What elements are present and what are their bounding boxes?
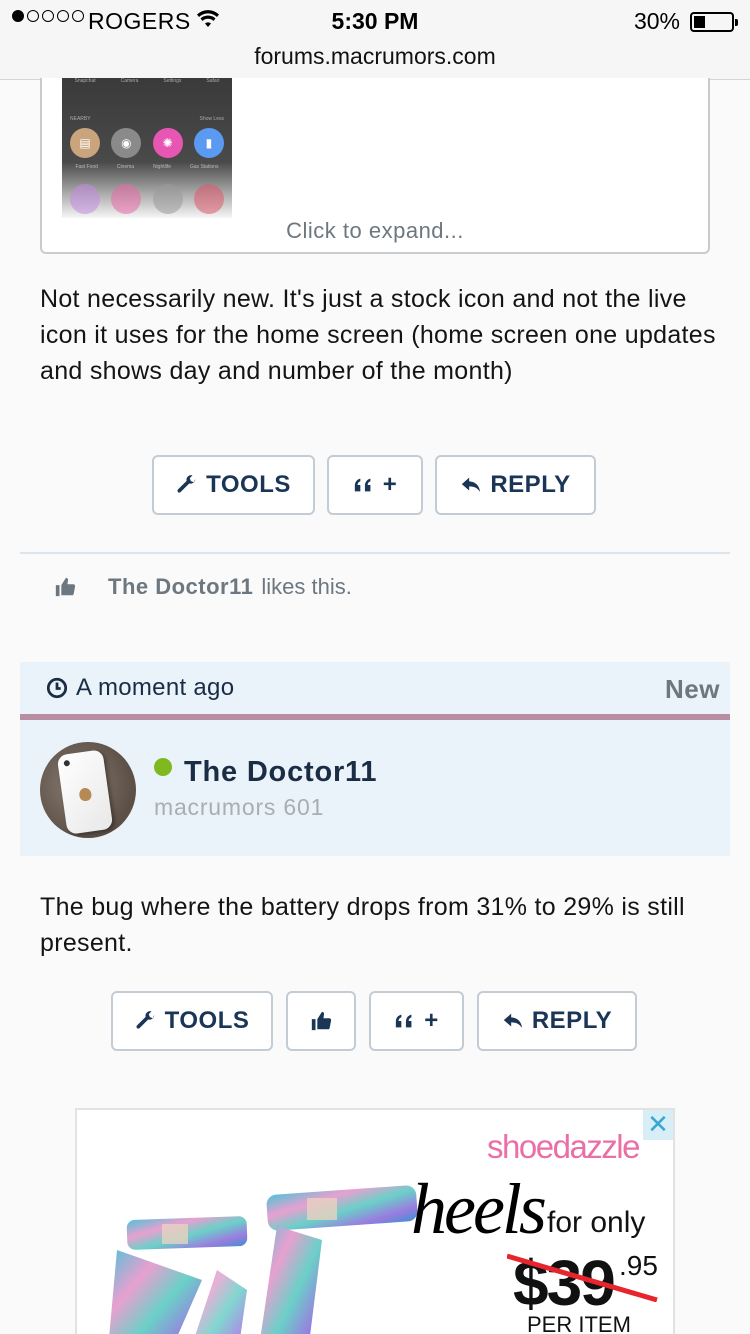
click-to-expand-link[interactable]: Click to expand...	[42, 218, 708, 244]
screenshot-label: Nightlife	[152, 164, 172, 170]
nightlife-icon: ✺	[152, 128, 183, 158]
advertisement-banner[interactable]: shoedazzle heels for only $39 .95 PER IT…	[75, 1108, 675, 1334]
screenshot-label: Fast Food	[75, 164, 98, 170]
ad-per-item: PER ITEM	[527, 1312, 631, 1334]
online-indicator	[154, 758, 172, 776]
liker-name[interactable]: The Doctor11	[108, 574, 253, 600]
post-time: A moment ago	[46, 674, 234, 702]
reply-label: REPLY	[490, 471, 571, 498]
ad-brand-logo: shoedazzle	[487, 1128, 640, 1165]
shopping-icon	[152, 184, 183, 214]
cinema-icon: ◉	[111, 128, 142, 158]
author-title: macrumors 601	[154, 794, 325, 820]
reply-label: REPLY	[531, 1007, 613, 1034]
reply-button[interactable]: REPLY	[477, 991, 637, 1051]
tools-button[interactable]: TOOLS	[152, 455, 315, 515]
hotel-icon	[70, 184, 100, 214]
multiquote-button[interactable]: +	[369, 991, 464, 1051]
battery-icon	[690, 12, 738, 32]
post-header: A moment ago New	[20, 662, 730, 714]
strikethrough-line	[507, 1253, 658, 1302]
new-badge: New	[665, 674, 720, 704]
multiquote-label: +	[424, 1007, 439, 1034]
screenshot-label: Cinema	[116, 164, 135, 170]
close-icon[interactable]: ✕	[643, 1110, 673, 1140]
thumbs-up-icon	[55, 577, 76, 597]
multiquote-label: +	[382, 471, 398, 498]
screenshot-label: Show Less	[199, 116, 224, 122]
address-bar-url[interactable]: forums.macrumors.com	[0, 43, 750, 70]
status-bar: ROGERS 5:30 PM 30% forums.macrumors.com	[0, 0, 750, 80]
multiquote-button[interactable]: +	[327, 455, 423, 515]
battery-percent: 30%	[633, 8, 680, 34]
avatar[interactable]	[40, 742, 136, 838]
tools-label: TOOLS	[206, 471, 291, 498]
author-name[interactable]: The Doctor11	[184, 756, 377, 789]
post-message: Not necessarily new. It's just a stock i…	[40, 285, 716, 385]
quote-icon	[354, 478, 371, 492]
like-button[interactable]	[286, 991, 356, 1051]
reply-icon	[462, 477, 481, 492]
likes-text: likes this.	[261, 574, 352, 599]
screenshot-label: NEARBY	[70, 116, 91, 122]
screenshot-label: Gas Stations	[189, 164, 219, 170]
screenshot-label: Safari	[206, 78, 220, 84]
quoted-screenshot: Snapchat Camera Settings Safari NEARBY S…	[62, 78, 232, 218]
quote-block[interactable]: Snapchat Camera Settings Safari NEARBY S…	[40, 78, 710, 254]
bar-icon	[111, 184, 142, 214]
tools-button[interactable]: TOOLS	[111, 991, 273, 1051]
screenshot-label: Settings	[163, 78, 182, 84]
post-time-label: A moment ago	[76, 674, 235, 701]
fun-icon	[193, 184, 224, 214]
divider	[20, 552, 730, 554]
tools-label: TOOLS	[164, 1007, 250, 1034]
reply-button[interactable]: REPLY	[435, 455, 596, 515]
gas-station-icon: ▮	[193, 128, 224, 158]
clock-icon	[46, 677, 68, 699]
ad-headline: heels	[411, 1169, 547, 1249]
quote-icon	[396, 1014, 412, 1028]
shoe-image	[109, 1185, 418, 1334]
likes-summary: The Doctor11 likes this.	[54, 574, 352, 600]
reply-icon	[503, 1013, 523, 1028]
screenshot-label: Snapchat	[74, 78, 96, 84]
thumbs-up-icon	[311, 1011, 332, 1031]
wrench-icon	[136, 1011, 154, 1029]
ad-subheadline: for only	[547, 1206, 646, 1239]
screenshot-label: Camera	[120, 78, 139, 84]
author-block: The Doctor11 macrumors 601	[20, 720, 730, 856]
wrench-icon	[177, 475, 196, 493]
post-message: The bug where the battery drops from 31%…	[40, 893, 685, 957]
fast-food-icon: ▤	[70, 128, 100, 158]
